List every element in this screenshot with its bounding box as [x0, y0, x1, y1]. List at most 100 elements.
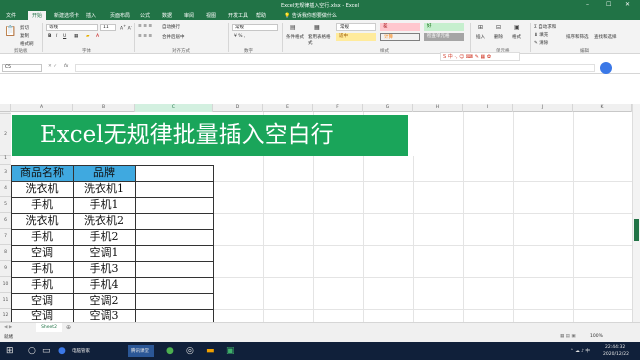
tab-data[interactable]: 数据	[162, 12, 172, 19]
table-header-brand[interactable]: 品牌	[73, 165, 135, 181]
format-painter-button[interactable]: 格式刷	[20, 41, 34, 47]
tab-insert[interactable]: 插入	[86, 12, 96, 19]
grow-font-icon[interactable]: A+ A-	[120, 24, 132, 32]
tab-file[interactable]: 文件	[6, 12, 16, 19]
font-size-select[interactable]: 11	[100, 24, 116, 31]
table-cell[interactable]: 洗衣机1	[73, 181, 135, 197]
windows-start-icon[interactable]: ⊞	[6, 346, 14, 356]
format-cells-button[interactable]: 格式	[512, 34, 521, 40]
fx-icon[interactable]: fx	[64, 64, 68, 69]
maximize-button[interactable]: ☐	[606, 1, 611, 8]
task-view-icon[interactable]: ▭	[42, 346, 51, 356]
table-format-icon[interactable]: ▦	[314, 24, 320, 31]
sheet-nav-icon[interactable]: ◀ ▶	[4, 325, 12, 330]
tray-icons[interactable]: ⌃ ☁ ♪ 中	[570, 348, 590, 354]
row-header-2[interactable]: 2	[0, 114, 11, 156]
style-good[interactable]: 好	[424, 23, 464, 31]
table-header-product[interactable]: 商品名称	[11, 165, 73, 181]
style-neutral[interactable]: 适中	[336, 33, 376, 41]
table-cell[interactable]: 空调3	[73, 309, 135, 322]
row-header-10[interactable]: 10	[0, 277, 11, 293]
delete-cells-button[interactable]: 删除	[494, 34, 503, 40]
row-header-6[interactable]: 6	[0, 213, 11, 229]
insert-cells-button[interactable]: 插入	[476, 34, 485, 40]
clear-button[interactable]: ✎ 清除	[534, 40, 548, 46]
row-header-11[interactable]: 11	[0, 293, 11, 309]
italic-icon[interactable]: I	[56, 34, 57, 39]
view-mode-icons[interactable]: ▦ ▤ ▣	[560, 334, 576, 339]
style-bad[interactable]: 差	[380, 23, 420, 31]
table-cell[interactable]: 手机2	[73, 229, 135, 245]
format-cells-icon[interactable]: ▣	[514, 24, 520, 31]
vertical-scrollbar[interactable]	[632, 104, 640, 322]
font-name-select[interactable]: 等线	[46, 24, 98, 31]
tab-home[interactable]: 开始	[28, 11, 47, 20]
cut-button[interactable]: 剪切	[20, 25, 29, 31]
close-button[interactable]: ✕	[625, 1, 630, 8]
row-header-8[interactable]: 8	[0, 245, 11, 261]
style-check-cell[interactable]: 检查单元格	[424, 33, 464, 41]
sort-filter-button[interactable]: 排序和筛选	[566, 34, 589, 40]
column-header-d[interactable]: D	[213, 104, 263, 112]
column-header-c[interactable]: C	[135, 104, 213, 112]
fill-button[interactable]: ⬇ 填充	[534, 32, 548, 38]
scrollbar-thumb[interactable]	[634, 219, 639, 241]
row-header-7[interactable]: 7	[0, 229, 11, 245]
table-cell[interactable]: 手机1	[73, 197, 135, 213]
autosum-button[interactable]: Σ 自动求和	[534, 24, 556, 30]
tab-developer[interactable]: 开发工具	[228, 12, 248, 19]
zoom-level[interactable]: 100%	[590, 334, 603, 339]
table-cell[interactable]: 洗衣机	[11, 181, 73, 197]
paste-icon[interactable]: 📋	[4, 26, 16, 37]
border-icon[interactable]: ▦	[74, 34, 78, 39]
tell-me-box[interactable]: 💡 告诉我你想要做什么	[284, 12, 337, 19]
folder-icon[interactable]: ▬	[206, 346, 215, 356]
delete-cells-icon[interactable]: ⊟	[496, 24, 501, 31]
conditional-format-icon[interactable]: ▤	[290, 24, 296, 31]
table-cell[interactable]: 手机	[11, 229, 73, 245]
bold-icon[interactable]: B	[48, 34, 51, 39]
column-header-g[interactable]: G	[363, 104, 413, 112]
tab-view[interactable]: 视图	[206, 12, 216, 19]
ime-toolbar[interactable]: S 中 ·, ☺ ⌨ ✎ ▦ ✿	[440, 52, 520, 61]
column-header-a[interactable]: A	[11, 104, 73, 112]
align-top-icon[interactable]: ≡ ≡ ≡	[138, 24, 152, 29]
taskbar-app-1[interactable]: 电脑管家	[72, 348, 90, 354]
table-cell[interactable]: 空调	[11, 293, 73, 309]
column-header-i[interactable]: I	[463, 104, 513, 112]
wechat-icon[interactable]: ●	[166, 346, 174, 356]
wrap-text-button[interactable]: 自动换行	[162, 24, 180, 30]
number-format-select[interactable]: 常规	[232, 24, 278, 31]
column-header-h[interactable]: H	[413, 104, 463, 112]
table-cell[interactable]: 空调2	[73, 293, 135, 309]
style-calculation[interactable]: 计算	[380, 33, 420, 41]
currency-icon[interactable]: ¥ % ,	[234, 34, 245, 39]
table-cell[interactable]: 手机	[11, 197, 73, 213]
table-cell[interactable]: 洗衣机2	[73, 213, 135, 229]
table-cell[interactable]: 手机	[11, 277, 73, 293]
add-sheet-icon[interactable]: ⊕	[66, 324, 71, 331]
table-cell[interactable]: 手机	[11, 261, 73, 277]
conditional-format-button[interactable]: 条件格式	[286, 34, 304, 40]
table-cell[interactable]: 空调	[11, 245, 73, 261]
underline-icon[interactable]: U	[63, 34, 66, 39]
row-header-3[interactable]: 3	[0, 165, 11, 181]
floating-ball-icon[interactable]	[600, 62, 612, 74]
column-header-k[interactable]: K	[573, 104, 632, 112]
column-header-j[interactable]: J	[513, 104, 573, 112]
insert-cells-icon[interactable]: ⊞	[478, 24, 483, 31]
row-header-4[interactable]: 4	[0, 181, 11, 197]
column-header-e[interactable]: E	[263, 104, 313, 112]
row-header-12[interactable]: 12	[0, 309, 11, 322]
select-all-corner[interactable]	[0, 104, 11, 112]
table-cell[interactable]: 手机4	[73, 277, 135, 293]
tab-help[interactable]: 帮助	[256, 12, 266, 19]
table-cell[interactable]: 空调	[11, 309, 73, 322]
find-select-button[interactable]: 查找和选择	[594, 34, 617, 40]
style-normal[interactable]: 常规	[336, 23, 376, 31]
fill-color-icon[interactable]: ▰	[86, 34, 89, 39]
table-format-button[interactable]: 套用表格格式	[308, 34, 332, 46]
row-header-5[interactable]: 5	[0, 197, 11, 213]
formula-input[interactable]	[75, 64, 595, 72]
column-header-f[interactable]: F	[313, 104, 363, 112]
